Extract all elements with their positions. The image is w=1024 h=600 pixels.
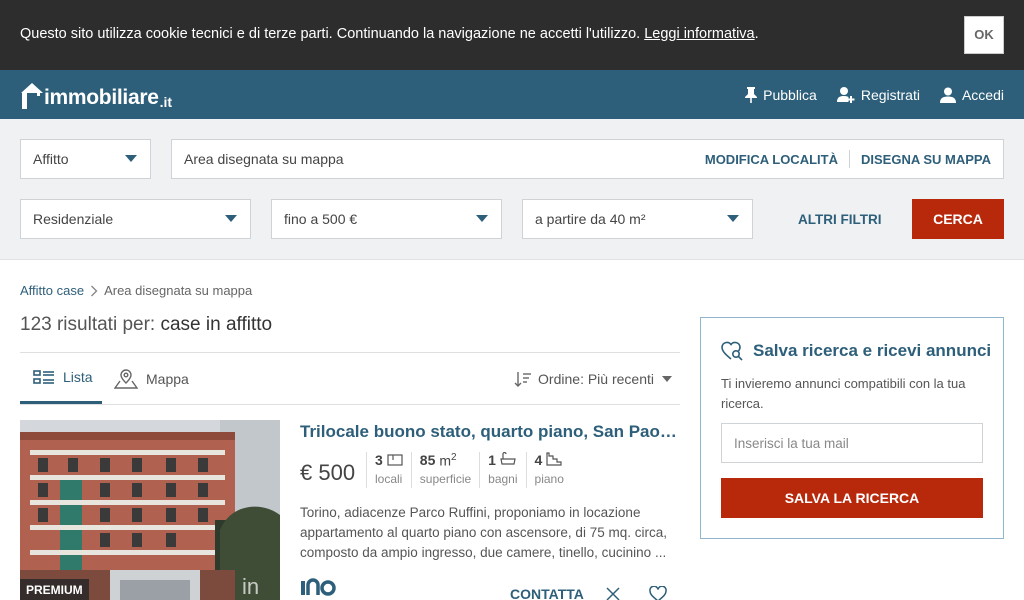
listing-title[interactable]: Trilocale buono stato, quarto piano, San… xyxy=(300,422,680,442)
results-query: case in affitto xyxy=(160,314,273,335)
premium-badge: PREMIUM xyxy=(20,579,89,600)
chevron-right-icon xyxy=(91,285,98,296)
site-logo[interactable]: immobiliare .it xyxy=(20,80,172,110)
bath-value: 1 xyxy=(488,452,496,468)
price-select[interactable]: fino a 500 € xyxy=(271,199,502,239)
chevron-down-icon xyxy=(476,215,488,222)
feature-bathrooms: 1 bagni xyxy=(479,452,525,488)
header-nav: Pubblica Registrati Accedi xyxy=(745,70,1004,119)
view-tabs: Lista Mappa Ordine: Più recenti xyxy=(20,353,680,405)
divider xyxy=(848,150,850,168)
surface-unit: m xyxy=(439,452,452,469)
listing-description: Torino, adiacenze Parco Ruffini, proponi… xyxy=(300,505,667,560)
rooms-value: 3 xyxy=(375,452,383,468)
chevron-down-icon xyxy=(125,155,137,162)
surface-value: a partire da 40 m² xyxy=(535,211,646,227)
nav-pubblica-label: Pubblica xyxy=(763,86,817,103)
cookie-banner: Questo sito utilizza cookie tecnici e di… xyxy=(0,0,1024,70)
building-photo: in xyxy=(20,420,280,600)
chevron-down-icon xyxy=(225,215,237,222)
listing-price: € 500 xyxy=(300,460,356,485)
sort-label: Ordine: Più recenti xyxy=(538,370,654,387)
heart-icon[interactable] xyxy=(649,586,667,600)
agency-logo-icon[interactable] xyxy=(300,575,338,600)
nav-accedi-label: Accedi xyxy=(961,86,1004,103)
rooms-icon xyxy=(387,454,403,466)
surface-value: 85 xyxy=(419,452,436,468)
email-field[interactable] xyxy=(721,423,983,463)
area-value: Area disegnata su mappa xyxy=(184,151,344,167)
results-title: 123 risultati per: case in affitto xyxy=(20,314,272,336)
surface-select[interactable]: a partire da 40 m² xyxy=(522,199,753,239)
sort-select[interactable]: Ordine: Più recenti xyxy=(514,353,672,404)
feature-surface: 85 m2 superficie xyxy=(410,452,479,488)
rooms-label: locali xyxy=(375,472,403,486)
breadcrumb: Affitto case Area disegnata su mappa xyxy=(20,283,252,298)
nav-pubblica[interactable]: Pubblica xyxy=(745,86,817,103)
tab-lista[interactable]: Lista xyxy=(20,353,102,404)
user-icon xyxy=(939,87,956,103)
floor-value: 4 xyxy=(534,452,543,468)
nav-registrati[interactable]: Registrati xyxy=(836,86,920,104)
svg-text:in: in xyxy=(242,574,259,599)
tab-lista-label: Lista xyxy=(63,369,93,385)
add-user-icon xyxy=(836,86,855,103)
cookie-ok-button[interactable]: OK xyxy=(964,16,1004,54)
logo-text: immobiliare xyxy=(44,86,159,109)
list-icon xyxy=(33,370,54,384)
search-button[interactable]: CERCA xyxy=(912,199,1004,239)
nav-accedi[interactable]: Accedi xyxy=(939,86,1004,103)
listing-features: 3 locali 85 m2 superficie 1 bagni 4 pian… xyxy=(366,452,572,488)
logo-tld: .it xyxy=(159,94,173,110)
results-count: 123 risultati per: xyxy=(20,314,156,335)
contract-value: Affitto xyxy=(33,151,69,167)
feature-floor: 4 piano xyxy=(525,452,572,488)
cookie-period: . xyxy=(754,26,759,42)
save-search-title: Salva ricerca e ricevi annunci xyxy=(721,340,991,362)
site-header: immobiliare .it Pubblica Registrati Acce… xyxy=(0,70,1024,119)
area-input[interactable]: Area disegnata su mappa MODIFICA LOCALIT… xyxy=(171,139,1004,179)
stairs-icon xyxy=(546,452,562,466)
price-value: fino a 500 € xyxy=(284,211,358,227)
sort-icon xyxy=(514,371,532,387)
chevron-down-icon xyxy=(662,375,672,382)
modify-location-link[interactable]: MODIFICA LOCALITÀ xyxy=(705,152,838,167)
more-filters-button[interactable]: ALTRI FILTRI xyxy=(798,212,881,227)
category-select[interactable]: Residenziale xyxy=(20,199,251,239)
tab-mappa-label: Mappa xyxy=(146,370,189,387)
tab-mappa[interactable]: Mappa xyxy=(114,353,189,404)
listing-photo[interactable]: in PREMIUM xyxy=(20,420,280,600)
area-links: MODIFICA LOCALITÀ DISEGNA SU MAPPA xyxy=(705,140,991,178)
save-search-panel: Salva ricerca e ricevi annunci Ti invier… xyxy=(700,317,1004,539)
contact-button[interactable]: CONTATTA xyxy=(510,586,584,600)
cookie-text: Questo sito utilizza cookie tecnici e di… xyxy=(20,26,759,42)
save-search-button[interactable]: SALVA LA RICERCA xyxy=(721,478,983,518)
bath-icon xyxy=(500,452,516,465)
surface-label: superficie xyxy=(419,472,472,486)
chevron-down-icon xyxy=(727,215,739,222)
draw-map-link[interactable]: DISEGNA SU MAPPA xyxy=(861,152,991,167)
close-icon[interactable] xyxy=(606,587,620,600)
category-value: Residenziale xyxy=(33,211,114,227)
save-search-subtitle: Ti invieremo annunci compatibili con la … xyxy=(721,376,966,411)
feature-rooms: 3 locali xyxy=(366,452,411,488)
breadcrumb-current: Area disegnata su mappa xyxy=(104,283,253,298)
nav-registrati-label: Registrati xyxy=(860,86,920,103)
floor-label: piano xyxy=(534,472,564,486)
heart-search-icon xyxy=(721,341,743,361)
save-search-title-text: Salva ricerca e ricevi annunci xyxy=(753,341,992,360)
contract-select[interactable]: Affitto xyxy=(20,139,151,179)
cookie-policy-link[interactable]: Leggi informativa xyxy=(644,26,754,42)
cookie-message: Questo sito utilizza cookie tecnici e di… xyxy=(20,26,641,42)
surface-exponent: 2 xyxy=(451,452,457,463)
house-logo-icon xyxy=(21,83,43,109)
breadcrumb-root[interactable]: Affitto case xyxy=(20,283,84,298)
pin-icon xyxy=(745,86,758,103)
map-pin-icon xyxy=(114,368,138,389)
bath-label: bagni xyxy=(488,472,518,486)
